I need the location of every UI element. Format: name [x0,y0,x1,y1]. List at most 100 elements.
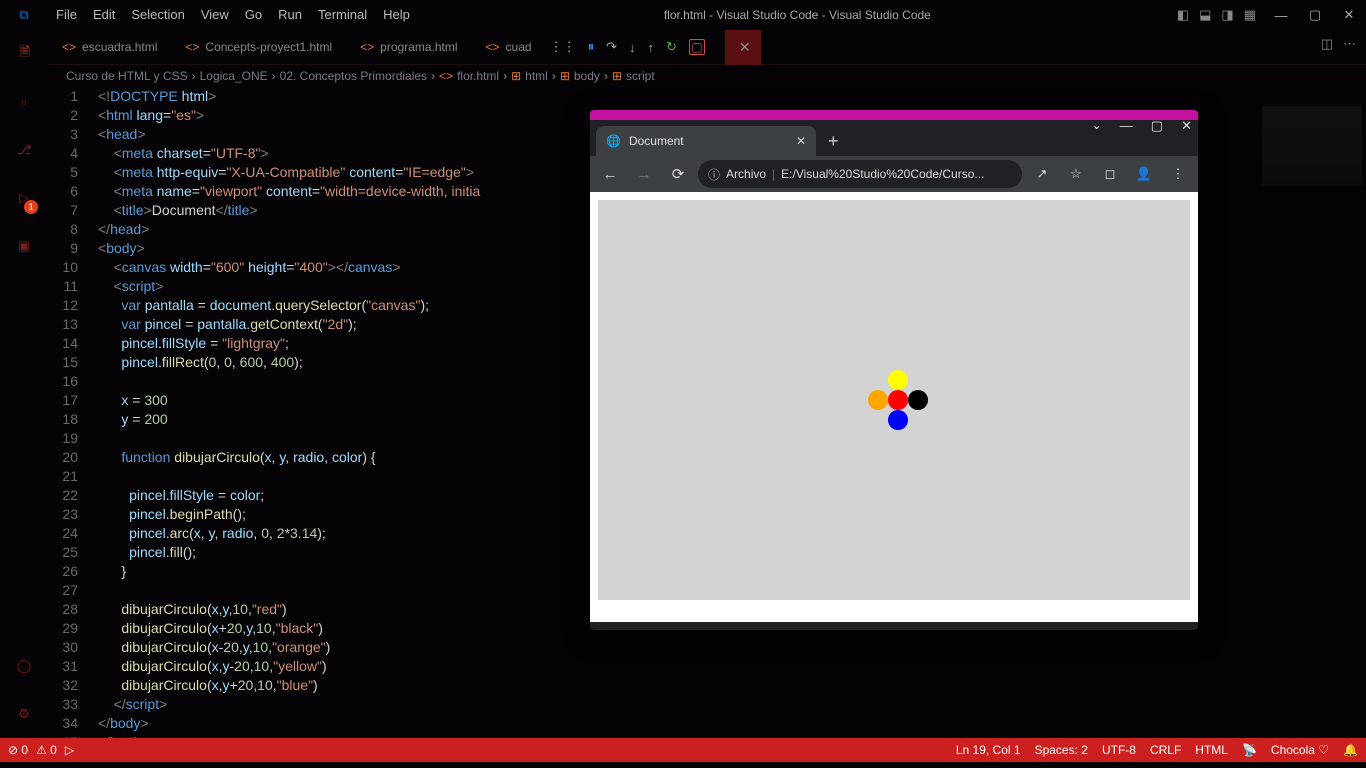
profile-icon[interactable]: 👤 [1130,166,1158,182]
url-text: E:/Visual%20Studio%20Code/Curso... [781,167,984,181]
tab-label: programa.html [380,40,457,54]
eol[interactable]: CRLF [1150,743,1181,757]
step-into-icon[interactable]: ↓ [629,40,636,55]
minimap[interactable] [1262,106,1362,186]
debug-console-icon[interactable]: ▷ [65,743,74,757]
disconnect-icon[interactable]: ▢ [689,39,705,55]
pause-icon[interactable]: ⏸ [588,39,595,55]
extensions-icon[interactable]: ◻ [1096,166,1124,182]
menu-help[interactable]: Help [375,0,418,30]
warning-count-icon[interactable]: ⚠ 0 [36,743,57,757]
info-icon[interactable]: ⓘ [708,166,720,183]
status-bar: ⊘ 0 ⚠ 0 ▷ Ln 19, Col 1 Spaces: 2 UTF-8 C… [0,738,1366,762]
split-editor-icon[interactable]: ◫ [1321,36,1333,52]
minimize-icon[interactable]: — [1264,0,1298,30]
tab-programa[interactable]: <> programa.html [346,30,471,65]
close-tab-icon[interactable]: ✕ [739,39,751,56]
debug-toolbar: ⋮⋮ ⏸ ↷ ↓ ↑ ↻ ▢ [544,39,711,55]
menu-selection[interactable]: Selection [123,0,192,30]
minimize-icon[interactable]: — [1120,118,1133,134]
code-icon: ⊞ [560,69,570,83]
html-file-icon: <> [439,69,453,83]
html-file-icon: <> [62,40,76,54]
menu-file[interactable]: File [48,0,85,30]
html-file-icon: <> [185,40,199,54]
browser-window[interactable]: ⌄ — ▢ ✕ 🌐 Document ✕ + ← → ⟳ ⓘ Archivo |… [590,110,1198,630]
vscode-logo-icon: ⧉ [0,7,48,23]
debug-badge: 1 [24,200,38,214]
explorer-icon[interactable]: 🗎 [0,30,48,78]
crumb[interactable]: html [525,69,548,83]
browser-viewport [590,192,1198,622]
indentation[interactable]: Spaces: 2 [1035,743,1088,757]
step-over-icon[interactable]: ↷ [606,39,617,55]
crumb[interactable]: script [626,69,655,83]
crumb[interactable]: flor.html [457,69,499,83]
panel-bottom-icon[interactable]: ⬓ [1199,7,1211,23]
tab-concepts[interactable]: <> Concepts-proyect1.html [171,30,346,65]
html-file-icon: <> [360,40,374,54]
back-icon[interactable]: ← [596,166,624,183]
tab-label: Concepts-proyect1.html [205,40,332,54]
theme-love[interactable]: Chocola ♡ [1271,743,1329,757]
notifications-icon[interactable]: 🔔 [1343,743,1358,757]
circle-orange [868,390,888,410]
crumb[interactable]: body [574,69,600,83]
tab-label: escuadra.html [82,40,157,54]
globe-icon: 🌐 [606,134,621,148]
layout-grid-icon[interactable]: ▦ [1244,7,1256,23]
reload-icon[interactable]: ⟳ [664,165,692,183]
chevron-down-icon[interactable]: ⌄ [1092,118,1102,134]
circle-red [888,390,908,410]
close-icon[interactable]: ✕ [1181,118,1192,134]
panel-left-icon[interactable]: ◧ [1177,7,1189,23]
menu-edit[interactable]: Edit [85,0,123,30]
browser-toolbar: ← → ⟳ ⓘ Archivo | E:/Visual%20Studio%20C… [590,156,1198,192]
activity-bar: 🗎 ⌕ ⎇ ▷1 ▣ ◯ ⚙ [0,30,48,738]
kebab-menu-icon[interactable]: ⋮ [1164,166,1192,182]
bookmark-icon[interactable]: ☆ [1062,166,1090,182]
editor-tabs: <> escuadra.html <> Concepts-proyect1.html… [48,30,1366,65]
menu-view[interactable]: View [193,0,237,30]
settings-gear-icon[interactable]: ⚙ [0,690,48,738]
panel-right-icon[interactable]: ◨ [1221,7,1233,23]
browser-tab[interactable]: 🌐 Document ✕ [596,126,816,156]
go-live-icon[interactable]: 📡 [1242,743,1257,757]
close-icon[interactable]: ✕ [1332,0,1366,30]
cursor-position[interactable]: Ln 19, Col 1 [956,743,1021,757]
line-number-gutter: 1234567891011121314151617181920212223242… [48,87,98,738]
language-mode[interactable]: HTML [1195,743,1228,757]
new-tab-button[interactable]: + [816,126,851,156]
url-bar[interactable]: ⓘ Archivo | E:/Visual%20Studio%20Code/Cu… [698,160,1022,188]
circle-yellow [888,370,908,390]
tab-cuad[interactable]: <>cuad ⋮⋮ ⏸ ↷ ↓ ↑ ↻ ▢ [472,30,725,65]
forward-icon[interactable]: → [630,166,658,183]
menu-go[interactable]: Go [237,0,270,30]
close-tab-icon[interactable]: ✕ [796,134,806,148]
window-title: flor.html - Visual Studio Code - Visual … [418,8,1177,22]
share-icon[interactable]: ↗ [1028,166,1056,182]
menu-terminal[interactable]: Terminal [310,0,375,30]
source-control-icon[interactable]: ⎇ [0,126,48,174]
tab-escuadra[interactable]: <> escuadra.html [48,30,171,65]
crumb[interactable]: 02. Conceptos Primordiales [280,69,427,83]
crumb[interactable]: Curso de HTML y CSS [66,69,188,83]
breadcrumb[interactable]: Curso de HTML y CSS› Logica_ONE› 02. Con… [48,65,1366,87]
accounts-icon[interactable]: ◯ [0,642,48,690]
extensions-icon[interactable]: ▣ [0,222,48,270]
step-out-icon[interactable]: ↑ [647,40,654,55]
menu-run[interactable]: Run [270,0,310,30]
run-debug-icon[interactable]: ▷1 [0,174,48,222]
encoding[interactable]: UTF-8 [1102,743,1136,757]
circle-black [908,390,928,410]
more-actions-icon[interactable]: ⋯ [1343,36,1356,52]
active-tab-close[interactable]: ✕ [725,30,761,65]
search-icon[interactable]: ⌕ [0,78,48,126]
crumb[interactable]: Logica_ONE [200,69,268,83]
menu-bar: File Edit Selection View Go Run Terminal… [48,0,418,30]
error-count-icon[interactable]: ⊘ 0 [8,743,28,757]
restart-icon[interactable]: ↻ [666,39,677,55]
maximize-icon[interactable]: ▢ [1298,0,1332,30]
drag-handle-icon[interactable]: ⋮⋮ [550,39,576,55]
maximize-icon[interactable]: ▢ [1151,118,1163,134]
